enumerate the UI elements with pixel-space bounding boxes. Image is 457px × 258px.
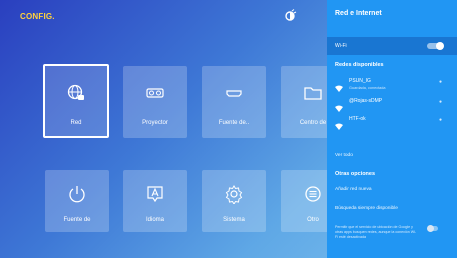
scan-always-title: Búsqueda siempre disponible: [335, 206, 398, 211]
tile-label: Fuente de..: [218, 120, 250, 126]
globe-network-icon: [66, 83, 86, 103]
network-item[interactable]: PSUN_IG Guardada, conectada ●: [327, 76, 457, 96]
other-options-header: Otras opciones: [335, 171, 376, 177]
network-panel: Red e Internet Wi-Fi Redes disponibles P…: [327, 0, 457, 258]
language-a-icon: [145, 184, 165, 204]
tile-sistema[interactable]: Sistema: [202, 170, 266, 232]
scan-always-description: Permitir que el servicio de ubicación de…: [335, 225, 417, 239]
lock-dot-icon: ●: [439, 99, 443, 105]
tile-label: Otro: [307, 217, 319, 223]
page-title: CONFIG.: [20, 12, 55, 21]
tile-label: Red: [70, 120, 82, 126]
lock-dot-icon: ●: [439, 117, 443, 123]
power-icon: [67, 184, 87, 204]
network-name: PSUN_IG: [349, 78, 371, 84]
wifi-label: Wi-Fi: [335, 43, 347, 49]
tile-label: Proyector: [142, 120, 168, 126]
wifi-signal-icon: [335, 80, 343, 92]
tile-fuente-entrada[interactable]: Fuente de..: [202, 66, 266, 138]
tile-label: Sistema: [223, 217, 245, 223]
tile-label: Idioma: [145, 217, 164, 223]
network-item[interactable]: @Rojas-sDMP ●: [327, 96, 457, 116]
lock-dot-icon: ●: [439, 79, 443, 85]
tile-red[interactable]: Red: [43, 64, 109, 138]
available-networks-header: Redes disponibles: [335, 62, 384, 68]
network-status: Guardada, conectada: [349, 86, 386, 90]
tile-label: Centro de: [299, 120, 327, 126]
projector-icon: [145, 83, 165, 103]
network-name: HTF-ok: [349, 116, 366, 122]
tile-proyector[interactable]: Proyector: [123, 66, 187, 138]
wifi-toggle[interactable]: [427, 42, 444, 50]
tile-idioma[interactable]: Idioma: [123, 170, 187, 232]
wifi-signal-icon: [335, 118, 343, 130]
tile-fuente-alimentacion[interactable]: Fuente de: [45, 170, 109, 232]
see-all-link[interactable]: Ver todo: [335, 153, 353, 158]
brightness-icon[interactable]: [283, 9, 297, 23]
folder-icon: [303, 83, 323, 103]
add-network-link[interactable]: Añadir red nueva: [335, 187, 372, 192]
network-name: @Rojas-sDMP: [349, 98, 383, 104]
gear-icon: [224, 184, 244, 205]
scan-always-toggle[interactable]: [427, 225, 438, 232]
panel-title: Red e Internet: [335, 10, 382, 17]
hdmi-port-icon: [224, 83, 244, 103]
wifi-signal-icon: [335, 100, 343, 112]
wifi-toggle-row[interactable]: Wi-Fi: [327, 37, 457, 55]
menu-circle-icon: [303, 184, 323, 204]
tile-label: Fuente de: [63, 217, 91, 223]
network-item[interactable]: HTF-ok ●: [327, 114, 457, 134]
